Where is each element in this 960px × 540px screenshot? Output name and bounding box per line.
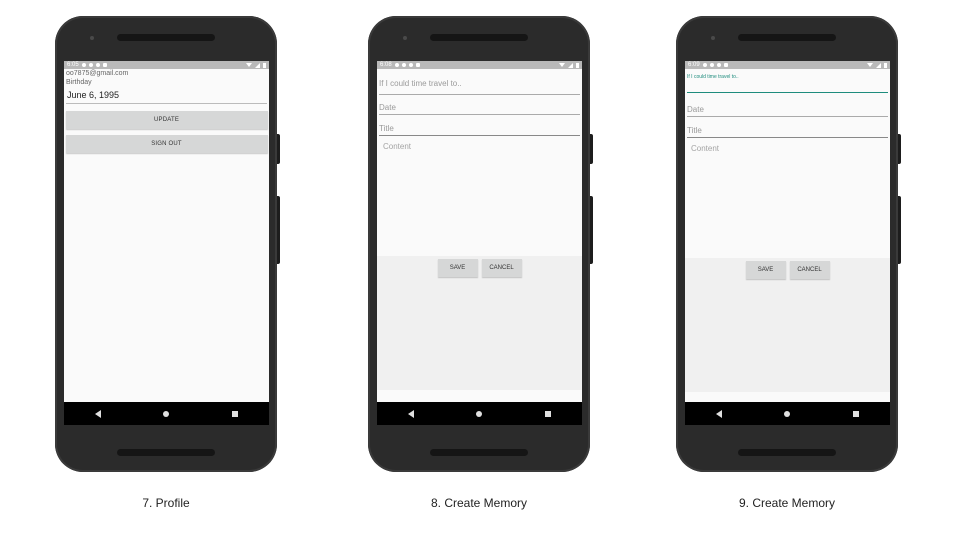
birthday-label: Birthday	[66, 79, 92, 86]
nav-bar	[64, 402, 269, 425]
status-time: 6:09	[688, 62, 700, 68]
power-button	[590, 134, 593, 164]
volume-button	[590, 196, 593, 264]
date-field[interactable]: Date	[379, 100, 580, 115]
sync-icon	[716, 63, 721, 67]
sd-card-icon	[723, 63, 728, 67]
status-bar: 6:05	[64, 61, 269, 69]
battery-icon	[576, 62, 579, 68]
home-icon[interactable]	[163, 410, 170, 417]
sync-icon	[95, 63, 100, 67]
signal-icon	[255, 62, 260, 68]
status-bar: 6:08	[377, 61, 582, 69]
earpiece-speaker	[117, 34, 215, 41]
content-field[interactable]: Content	[685, 140, 890, 258]
signal-icon	[876, 62, 881, 68]
sign-out-button[interactable]: SIGN OUT	[65, 135, 268, 153]
title-field[interactable]: Title	[379, 121, 580, 136]
status-bar: 6:09	[685, 61, 890, 69]
settings-icon	[81, 63, 86, 67]
volume-button	[898, 196, 901, 264]
home-icon[interactable]	[784, 410, 791, 417]
recents-icon[interactable]	[544, 410, 551, 417]
caption-memory-1: 8. Create Memory	[430, 496, 528, 510]
nav-bar	[685, 402, 890, 425]
update-button[interactable]: UPDATE	[65, 111, 268, 129]
front-camera	[90, 36, 94, 40]
status-time: 6:05	[67, 62, 79, 68]
bottom-speaker	[738, 449, 836, 456]
bottom-speaker	[117, 449, 215, 456]
screen-profile: 6:05 oo7875@gmail.com Birthday June 6, 1…	[64, 61, 269, 425]
sd-card-icon	[415, 63, 420, 67]
back-icon[interactable]	[716, 409, 723, 418]
volume-button	[277, 196, 280, 264]
front-camera	[711, 36, 715, 40]
shield-icon	[88, 63, 93, 67]
nav-bar	[377, 402, 582, 425]
home-icon[interactable]	[476, 410, 483, 417]
date-field[interactable]: Date	[687, 102, 888, 117]
cancel-button[interactable]: CANCEL	[789, 261, 830, 279]
power-button	[277, 134, 280, 164]
save-button[interactable]: SAVE	[437, 259, 478, 277]
memory-prompt-floating-label: If I could time travel to..	[687, 74, 739, 80]
sync-icon	[408, 63, 413, 67]
screen-create-memory-1: 6:08 If I could time travel to.. Date Ti…	[377, 61, 582, 425]
wifi-icon	[867, 63, 873, 67]
bottom-speaker	[430, 449, 528, 456]
memory-prompt-input[interactable]: If I could time travel to..	[379, 69, 580, 95]
phone-frame-memory-1: 6:08 If I could time travel to.. Date Ti…	[368, 16, 593, 472]
cancel-button[interactable]: CANCEL	[481, 259, 522, 277]
recents-icon[interactable]	[231, 410, 238, 417]
phone-frame-memory-2: 6:09 If I could time travel to.. Date Ti…	[676, 16, 901, 472]
earpiece-speaker	[738, 34, 836, 41]
action-bar: SAVE CANCEL	[377, 256, 582, 390]
shield-icon	[709, 63, 714, 67]
birthday-input[interactable]: June 6, 1995	[66, 88, 267, 104]
status-time: 6:08	[380, 62, 392, 68]
caption-profile: 7. Profile	[142, 496, 190, 510]
back-icon[interactable]	[408, 409, 415, 418]
power-button	[898, 134, 901, 164]
back-icon[interactable]	[95, 409, 102, 418]
save-button[interactable]: SAVE	[745, 261, 786, 279]
settings-icon	[702, 63, 707, 67]
signal-icon	[568, 62, 573, 68]
phone-frame-profile: 6:05 oo7875@gmail.com Birthday June 6, 1…	[55, 16, 280, 472]
settings-icon	[394, 63, 399, 67]
sd-card-icon	[102, 63, 107, 67]
battery-icon	[884, 62, 887, 68]
front-camera	[403, 36, 407, 40]
shield-icon	[401, 63, 406, 67]
caption-memory-2: 9. Create Memory	[738, 496, 836, 510]
content-field[interactable]: Content	[377, 138, 582, 256]
title-field[interactable]: Title	[687, 123, 888, 138]
earpiece-speaker	[430, 34, 528, 41]
wifi-icon	[246, 63, 252, 67]
wifi-icon	[559, 63, 565, 67]
battery-icon	[263, 62, 266, 68]
memory-prompt-input[interactable]	[687, 81, 888, 93]
profile-email: oo7875@gmail.com	[66, 70, 129, 77]
action-bar: SAVE CANCEL	[685, 258, 890, 392]
screen-create-memory-2: 6:09 If I could time travel to.. Date Ti…	[685, 61, 890, 425]
recents-icon[interactable]	[852, 410, 859, 417]
